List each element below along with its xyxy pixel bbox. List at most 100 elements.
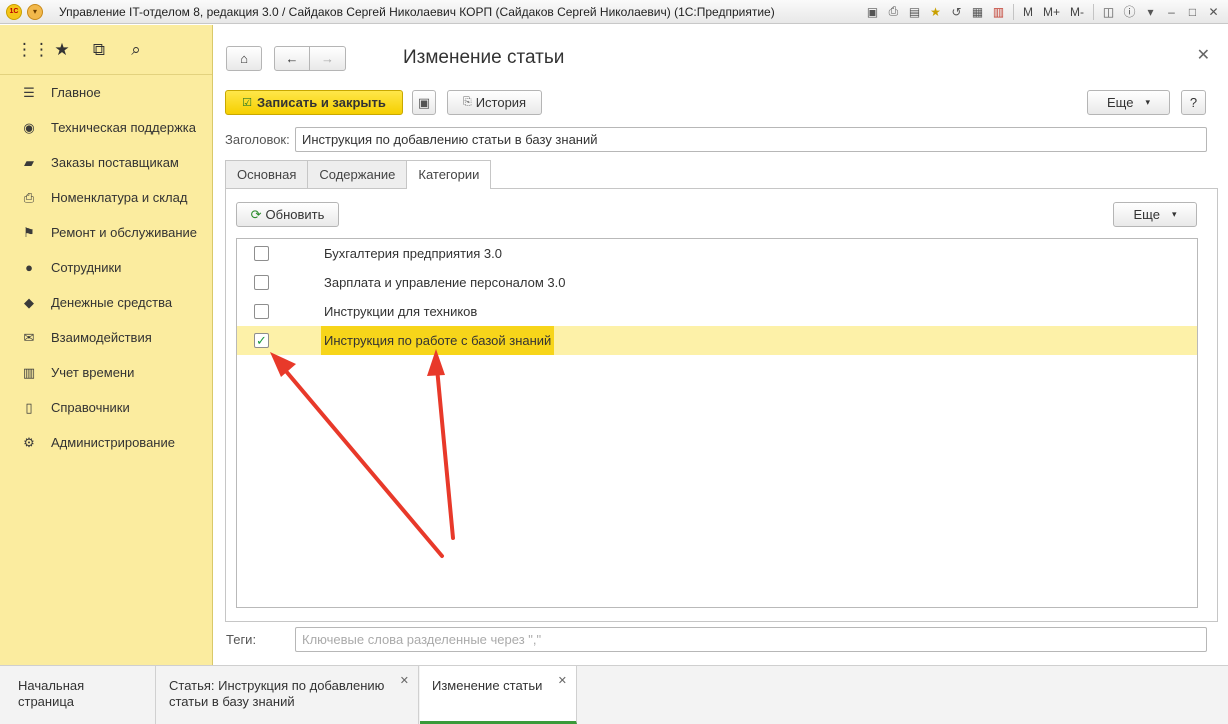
- chevron-down-icon[interactable]: ▾: [1142, 3, 1159, 20]
- category-label: Инструкция по работе с базой знаний: [321, 326, 555, 355]
- floppy-disk-icon: ▣: [417, 94, 431, 110]
- history-button[interactable]: ⎘ История: [447, 90, 542, 115]
- envelope-icon: ✉: [23, 329, 35, 345]
- sidebar-item-interactions[interactable]: ✉ Взаимодействия: [0, 320, 212, 355]
- sidebar-item-employees[interactable]: ● Сотрудники: [0, 250, 212, 285]
- sidebar-item-money[interactable]: ◆ Денежные средства: [0, 285, 212, 320]
- sidebar-item-label: Главное: [51, 85, 101, 100]
- apps-grid-icon[interactable]: ⋮⋮: [16, 40, 50, 60]
- heading-label: Заголовок:: [225, 132, 290, 147]
- window-title: Управление IT-отделом 8, редакция 3.0 / …: [59, 4, 775, 19]
- form-title: Изменение статьи: [403, 47, 565, 68]
- print-icon[interactable]: ⎙: [885, 3, 902, 20]
- arrow-right-icon: →: [321, 51, 334, 66]
- arrow-left-icon: ←: [285, 51, 299, 66]
- calculator-icon[interactable]: ▦: [969, 3, 986, 20]
- tags-input[interactable]: Ключевые слова разделенные через ",": [295, 627, 1207, 652]
- save-disk-icon[interactable]: ▣: [864, 3, 881, 20]
- memory-button[interactable]: M: [1020, 5, 1036, 19]
- close-window-icon[interactable]: ✕: [1205, 3, 1222, 20]
- window-titlebar: 1С ▾ Управление IT-отделом 8, редакция 3…: [0, 0, 1228, 24]
- history-arrow-icon[interactable]: ↺: [948, 3, 965, 20]
- app-logo-icon: 1С: [6, 3, 22, 20]
- memory-minus-button[interactable]: M-: [1067, 5, 1087, 19]
- help-button[interactable]: ?: [1181, 90, 1206, 115]
- list-more-button[interactable]: Еще ▾: [1113, 202, 1197, 227]
- sidebar-item-repair[interactable]: ⚑ Ремонт и обслуживание: [0, 215, 212, 250]
- close-tab-icon[interactable]: ✕: [400, 673, 409, 689]
- form-tabs: Основная Содержание Категории: [225, 160, 492, 189]
- bottom-tab-home[interactable]: Начальная страница: [6, 666, 156, 724]
- gear-icon: ⚙: [23, 434, 35, 450]
- minimize-icon[interactable]: –: [1163, 3, 1180, 20]
- menu-lines-icon: ☰: [23, 84, 35, 100]
- bottom-tab-edit-article[interactable]: Изменение статьи ✕: [420, 666, 577, 724]
- refresh-label: Обновить: [265, 207, 325, 222]
- search-icon[interactable]: ⌕: [127, 40, 145, 60]
- titlebar-toolbar: ▣ ⎙ ▤ ★ ↺ ▦ ▥ M M+ M- ◫ ⓘ ▾ – □ ✕: [864, 3, 1222, 20]
- sidebar-item-label: Денежные средства: [51, 295, 173, 310]
- category-label: Зарплата и управление персоналом 3.0: [324, 275, 566, 290]
- more-button[interactable]: Еще ▾: [1087, 90, 1170, 115]
- bottom-tab-article[interactable]: Статья: Инструкция по добавлению статьи …: [157, 666, 419, 724]
- preview-icon[interactable]: ▤: [906, 3, 923, 20]
- sidebar-item-label: Администрирование: [51, 435, 175, 450]
- list-item[interactable]: ✓ Инструкция по работе с базой знаний: [237, 326, 1197, 355]
- history-icon[interactable]: ⧉: [90, 40, 108, 60]
- sidebar-item-supplier-orders[interactable]: ▰ Заказы поставщикам: [0, 145, 212, 180]
- memory-plus-button[interactable]: M+: [1040, 5, 1063, 19]
- tab-content[interactable]: Содержание: [307, 160, 408, 188]
- help-label: ?: [1189, 95, 1198, 110]
- tab-categories[interactable]: Категории: [406, 160, 492, 189]
- sidebar-item-label: Номенклатура и склад: [51, 190, 188, 205]
- truck-icon: ▰: [24, 154, 34, 170]
- close-tab-icon[interactable]: ✕: [558, 673, 567, 689]
- sidebar-item-label: Сотрудники: [51, 260, 122, 275]
- category-checkbox[interactable]: [254, 246, 269, 261]
- save-button[interactable]: ▣: [412, 90, 436, 115]
- sidebar-item-nomenclature[interactable]: ⎙ Номенклатура и склад: [0, 180, 212, 215]
- back-button[interactable]: ←: [274, 46, 310, 71]
- info-icon[interactable]: ⓘ: [1121, 3, 1138, 20]
- categories-list: Бухгалтерия предприятия 3.0 Зарплата и у…: [236, 238, 1198, 608]
- home-button[interactable]: ⌂: [226, 46, 262, 71]
- sidebar-item-label: Учет времени: [51, 365, 135, 380]
- main-menu-icon[interactable]: ▾: [27, 3, 43, 20]
- sidebar-item-admin[interactable]: ⚙ Администрирование: [0, 425, 212, 460]
- heading-input[interactable]: Инструкция по добавлению статьи в базу з…: [295, 127, 1207, 152]
- forward-button[interactable]: →: [309, 46, 346, 71]
- panels-icon[interactable]: ◫: [1100, 3, 1117, 20]
- categories-panel: ⟳ Обновить Еще ▾ Бухгалтерия предприятия…: [225, 188, 1218, 622]
- history-label: История: [475, 95, 527, 110]
- sidebar-item-label: Справочники: [51, 400, 130, 415]
- sidebar-item-references[interactable]: ▯ Справочники: [0, 390, 212, 425]
- bottom-tab-label: Статья: Инструкция по добавлению статьи …: [169, 678, 385, 709]
- sidebar-item-time[interactable]: ▥ Учет времени: [0, 355, 212, 390]
- list-item[interactable]: Бухгалтерия предприятия 3.0: [237, 239, 1197, 268]
- maximize-icon[interactable]: □: [1184, 3, 1201, 20]
- sidebar-item-label: Техническая поддержка: [51, 120, 196, 135]
- category-checkbox[interactable]: [254, 304, 269, 319]
- history-icon: ⎘: [462, 96, 472, 108]
- people-icon: ●: [25, 260, 33, 275]
- sidebar-item-label: Заказы поставщикам: [51, 155, 179, 170]
- list-item[interactable]: Зарплата и управление персоналом 3.0: [237, 268, 1197, 297]
- calendar-icon[interactable]: ▥: [990, 3, 1007, 20]
- sidebar-item-label: Ремонт и обслуживание: [51, 225, 197, 240]
- money-bag-icon: ◆: [24, 294, 34, 310]
- sidebar: ⋮⋮ ★ ⧉ ⌕ ☰ Главное ◉ Техническая поддержка…: [0, 25, 213, 665]
- save-and-close-button[interactable]: ☑ Записать и закрыть: [225, 90, 403, 115]
- refresh-button[interactable]: ⟳ Обновить: [236, 202, 339, 227]
- favorite-star-icon[interactable]: ★: [927, 3, 944, 20]
- bottom-tab-label: Начальная страница: [18, 678, 85, 709]
- close-form-icon[interactable]: ✕: [1197, 45, 1210, 65]
- sidebar-item-main[interactable]: ☰ Главное: [0, 75, 212, 110]
- toolbar-divider: [1012, 3, 1014, 20]
- category-checkbox[interactable]: [254, 275, 269, 290]
- sidebar-item-support[interactable]: ◉ Техническая поддержка: [0, 110, 212, 145]
- checkmark-icon: ✓: [256, 333, 267, 348]
- tab-main[interactable]: Основная: [225, 160, 309, 188]
- category-checkbox-checked[interactable]: ✓: [254, 333, 269, 348]
- list-item[interactable]: Инструкции для техников: [237, 297, 1197, 326]
- favorites-star-icon[interactable]: ★: [53, 40, 71, 60]
